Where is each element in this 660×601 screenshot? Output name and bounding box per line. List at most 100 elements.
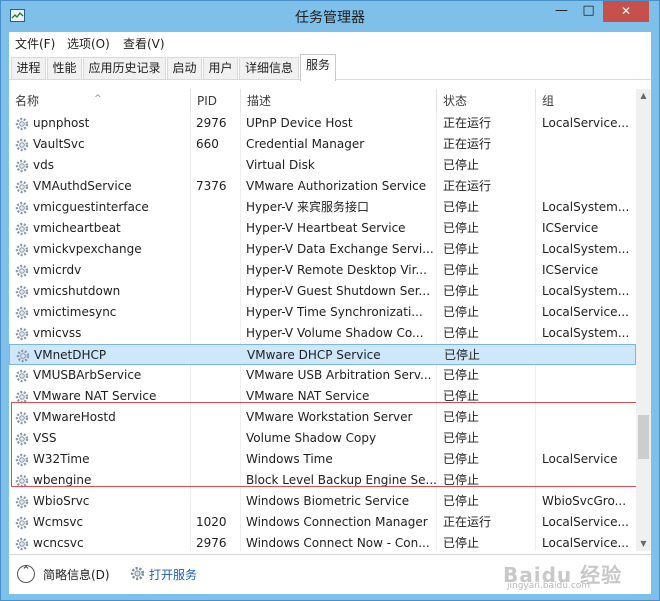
service-group: ICService <box>542 221 599 235</box>
collapse-up-icon[interactable]: ⌃ <box>17 564 35 583</box>
table-row[interactable]: Wcmsvc 1020 Windows Connection Manager 正在运行… <box>9 512 636 533</box>
table-row[interactable]: VMAuthdService 7376 VMware Authorization S… <box>9 176 636 197</box>
scroll-up-arrow-icon[interactable]: ▲ <box>636 91 651 100</box>
service-gear-icon <box>15 138 29 152</box>
service-group: WbioSvcGro... <box>542 494 627 508</box>
service-name: vmicshutdown <box>33 284 121 298</box>
table-row[interactable]: vmictimesync Hyper-V Time Synchronizati..… <box>9 302 636 323</box>
service-pid <box>196 155 244 176</box>
service-status: 正在运行 <box>443 137 492 151</box>
baidu-watermark-url: jingyan.baidu.com <box>507 581 591 591</box>
column-header-status[interactable]: 状态 <box>436 89 535 113</box>
service-description: UPnP Device Host <box>246 116 353 130</box>
service-group: ICService <box>542 263 599 277</box>
service-gear-icon <box>15 537 29 551</box>
table-row[interactable]: upnphost 2976 UPnP Device Host 正在运行 LocalSer… <box>9 113 636 134</box>
service-status: 已停止 <box>443 368 480 382</box>
service-description: Windows Connection Manager <box>246 515 428 529</box>
tab-details[interactable]: 详细信息 <box>239 57 299 79</box>
service-name: WbioSrvc <box>33 494 90 508</box>
service-group: LocalService... <box>542 536 629 550</box>
service-name: VaultSvc <box>33 137 85 151</box>
table-row[interactable]: vmicrdv Hyper-V Remote Desktop Vir... 已停止 I… <box>9 260 636 281</box>
vertical-scrollbar[interactable]: ▲ ▼ <box>636 89 651 551</box>
open-services-link[interactable]: 打开服务 <box>149 566 197 583</box>
service-gear-icon <box>15 201 29 215</box>
table-row[interactable]: vmickvpexchange Hyper-V Data Exchange Ser… <box>9 239 636 260</box>
service-status: 已停止 <box>443 305 480 319</box>
menu-options[interactable]: 选项(O) <box>67 35 110 52</box>
service-pid: 2976 <box>196 536 227 550</box>
column-header-pid[interactable]: PID <box>190 89 240 113</box>
close-button[interactable]: ✕ <box>603 1 649 22</box>
service-status: 已停止 <box>443 263 480 277</box>
tab-services[interactable]: 服务 <box>300 54 336 81</box>
service-gear-icon <box>15 264 29 278</box>
service-description: Virtual Disk <box>246 158 315 172</box>
tab-performance[interactable]: 性能 <box>47 57 82 79</box>
table-row[interactable]: VMnetDHCP VMware DHCP Service 已停止 <box>9 344 636 365</box>
service-gear-icon <box>15 327 29 341</box>
service-description: Hyper-V Volume Shadow Co... <box>246 326 424 340</box>
services-table: 名称 ^ PID 描述 状态 组 upnphost 2976 UPnP Device… <box>9 89 651 551</box>
service-status: 已停止 <box>443 284 480 298</box>
vmware-services-highlight-box <box>11 402 640 487</box>
service-name: vmicheartbeat <box>33 221 121 235</box>
service-status: 已停止 <box>443 200 480 214</box>
table-row[interactable]: wcncsvc 2976 Windows Connect Now - Con... 已… <box>9 533 636 554</box>
tab-app-history[interactable]: 应用历史记录 <box>83 57 166 79</box>
menu-file[interactable]: 文件(F) <box>15 35 55 52</box>
tab-processes[interactable]: 进程 <box>11 57 46 79</box>
service-description: Credential Manager <box>246 137 365 151</box>
service-group <box>542 365 636 386</box>
table-row[interactable]: vmicheartbeat Hyper-V Heartbeat Service 已停… <box>9 218 636 239</box>
service-pid <box>196 197 244 218</box>
table-row[interactable]: vmicguestinterface Hyper-V 来宾服务接口 已停止 Local… <box>9 197 636 218</box>
menu-view[interactable]: 查看(V) <box>123 35 165 52</box>
table-row[interactable]: vmicshutdown Hyper-V Guest Shutdown Ser..… <box>9 281 636 302</box>
tab-users[interactable]: 用户 <box>203 57 238 79</box>
service-pid: 1020 <box>196 515 227 529</box>
service-pid: 2976 <box>196 116 227 130</box>
service-pid: 660 <box>196 137 219 151</box>
service-name: VMnetDHCP <box>34 348 107 362</box>
task-manager-window: 任务管理器 — □ ✕ 文件(F) 选项(O) 查看(V) 进程 性能 应用历史… <box>0 0 660 601</box>
table-row[interactable]: vmicvss Hyper-V Volume Shadow Co... 已停止 Loc… <box>9 323 636 344</box>
fewer-details-link[interactable]: 简略信息(D) <box>43 566 110 583</box>
service-name: wcncsvc <box>33 536 84 550</box>
scrollbar-thumb[interactable] <box>638 415 649 459</box>
scroll-down-arrow-icon[interactable]: ▼ <box>636 539 651 548</box>
service-pid <box>196 365 244 386</box>
column-header-group[interactable]: 组 <box>535 89 636 113</box>
service-gear-icon <box>15 516 29 530</box>
tab-startup[interactable]: 启动 <box>167 57 202 79</box>
title-bar[interactable]: 任务管理器 — □ ✕ <box>1 1 659 32</box>
maximize-button[interactable]: □ <box>575 1 602 22</box>
column-header-description[interactable]: 描述 <box>240 89 436 113</box>
service-group <box>542 134 636 155</box>
table-row[interactable]: vds Virtual Disk 已停止 <box>9 155 636 176</box>
table-row[interactable]: VMUSBArbService VMware USB Arbitration Se… <box>9 365 636 386</box>
service-group: LocalSystem... <box>542 242 630 256</box>
service-gear-icon <box>16 349 30 363</box>
column-header-name[interactable]: 名称 ^ <box>9 89 189 113</box>
column-name-label: 名称 <box>15 94 40 108</box>
service-status: 正在运行 <box>443 179 492 193</box>
service-group <box>542 155 636 176</box>
minimize-button[interactable]: — <box>548 1 575 22</box>
service-pid <box>196 491 244 512</box>
service-name: vmicguestinterface <box>33 200 149 214</box>
service-pid <box>197 345 245 366</box>
service-gear-icon <box>15 369 29 383</box>
table-row[interactable]: WbioSrvc Windows Biometric Service 已停止 Wbio… <box>9 491 636 512</box>
table-row[interactable]: VaultSvc 660 Credential Manager 正在运行 <box>9 134 636 155</box>
service-description: Hyper-V Remote Desktop Vir... <box>246 263 427 277</box>
services-gear-icon <box>130 566 145 581</box>
service-description: Hyper-V 来宾服务接口 <box>246 200 369 214</box>
service-description: Hyper-V Data Exchange Servi... <box>246 242 434 256</box>
menu-bar: 文件(F) 选项(O) 查看(V) <box>9 32 651 53</box>
service-gear-icon <box>15 222 29 236</box>
service-status: 已停止 <box>443 158 480 172</box>
service-status: 已停止 <box>443 326 480 340</box>
service-description: VMware DHCP Service <box>247 348 381 362</box>
